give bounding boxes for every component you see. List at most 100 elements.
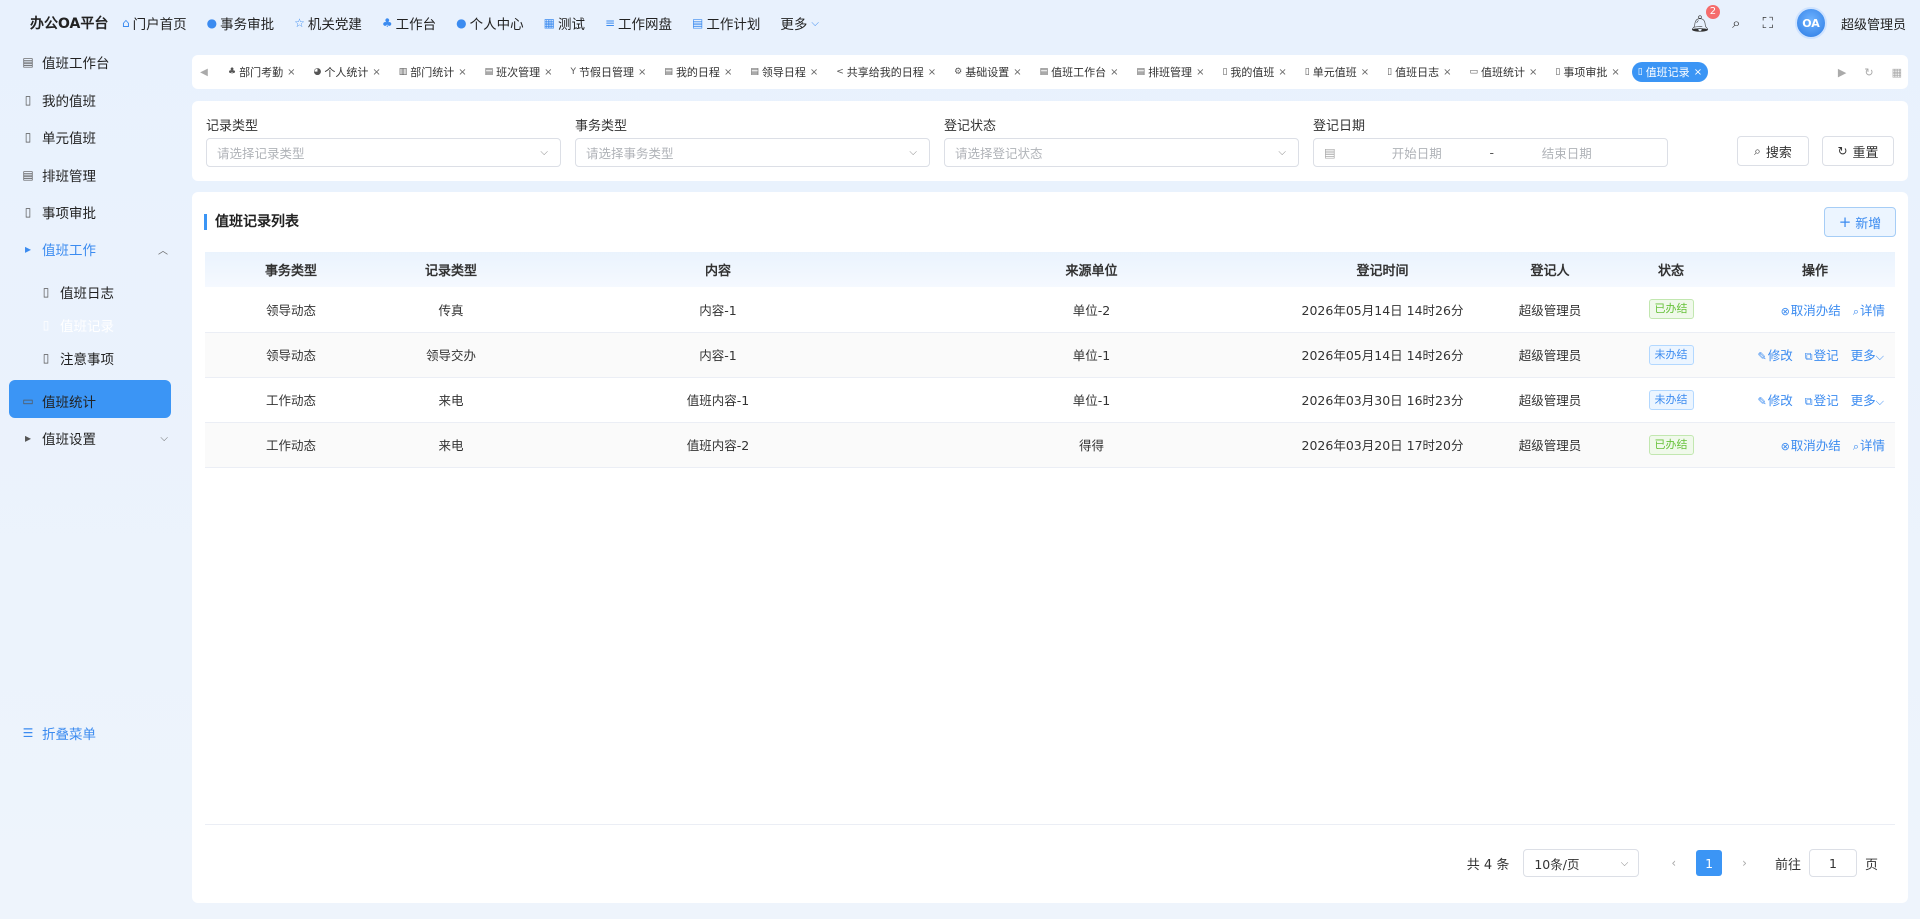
tab[interactable]: < 共享给我的日程 × — [830, 62, 942, 82]
tab[interactable]: ▤ 排班管理 × — [1131, 62, 1211, 82]
row-action-button[interactable]: ✎修改 — [1758, 345, 1793, 364]
top-nav-item[interactable]: ♣ 工作台 — [382, 13, 436, 33]
row-action-button[interactable]: ⧉登记 — [1805, 390, 1839, 409]
top-nav-item[interactable]: ⌂ 门户首页 — [122, 13, 187, 33]
tab[interactable]: ▤ 班次管理 × — [479, 62, 559, 82]
close-icon[interactable]: × — [287, 67, 295, 78]
username[interactable]: 超级管理员 — [1841, 14, 1906, 33]
tabs-menu-icon[interactable]: ▦ — [1892, 66, 1902, 79]
top-nav-item[interactable]: 更多 ⌵ — [780, 13, 819, 33]
close-icon[interactable]: × — [372, 67, 380, 78]
sidebar-item[interactable]: ▯ 值班日志 — [40, 277, 114, 307]
tab[interactable]: ▭ 值班统计 × — [1463, 62, 1543, 82]
row-action-button[interactable]: ⊗取消办结 — [1781, 435, 1841, 454]
close-icon[interactable]: × — [1196, 67, 1204, 78]
notification-bell-icon[interactable]: 🔔︎ 2 — [1690, 4, 1721, 33]
affair-type-select[interactable]: 请选择事务类型 ⌵ — [575, 138, 930, 167]
close-icon[interactable]: × — [724, 67, 732, 78]
status-badge: 未办结 — [1648, 344, 1694, 365]
table-row[interactable]: 工作动态 来电 值班内容-1 单位-1 2026年03月30日 16时23分 超级管理员 未… — [205, 377, 1895, 422]
tab[interactable]: ▥ 部门统计 × — [393, 62, 473, 82]
sidebar-item[interactable]: ▯ 我的值班 — [22, 85, 96, 115]
sidebar-item[interactable]: ▸ 值班设置 ⌵ — [22, 423, 168, 453]
sidebar-item[interactable]: ▸ 值班工作 ︿ — [22, 234, 168, 264]
tab[interactable]: Y 节假日管理 × — [565, 62, 653, 82]
header-tools: 🔔︎ 2 ⌕ ⛶ OA 超级管理员 — [1690, 0, 1920, 46]
tab[interactable]: ⚙ 基础设置 × — [948, 62, 1027, 82]
tab-label: 领导日程 — [761, 66, 806, 79]
reg-date-range[interactable]: ▤ 开始日期 - 结束日期 — [1313, 138, 1668, 167]
avatar[interactable]: OA — [1794, 7, 1827, 39]
reset-button-label: 重置 — [1852, 145, 1879, 161]
tab-label: 值班统计 — [1481, 66, 1525, 79]
tab-icon: ▤ — [484, 67, 494, 77]
start-date-input[interactable]: 开始日期 — [1362, 143, 1472, 162]
end-date-input[interactable]: 结束日期 — [1512, 143, 1622, 162]
goto-page-input[interactable]: 1 — [1808, 849, 1857, 877]
tab[interactable]: ▤ 值班工作台 × — [1034, 62, 1125, 82]
reset-button[interactable]: ↻ 重置 — [1822, 136, 1894, 166]
close-icon[interactable]: × — [458, 67, 466, 78]
row-action-button[interactable]: ⌕详情 — [1853, 300, 1885, 319]
close-icon[interactable]: × — [1278, 67, 1286, 78]
row-action-button[interactable]: ⧉登记 — [1805, 345, 1839, 364]
tab[interactable]: ▯ 事项审批 × — [1549, 62, 1625, 82]
search-button[interactable]: ⌕ 搜索 — [1737, 136, 1809, 166]
top-nav-item[interactable]: ≡ 工作网盘 — [605, 13, 672, 33]
tab[interactable]: ♣ 部门考勤 × — [222, 62, 301, 82]
close-icon[interactable]: × — [810, 67, 818, 78]
refresh-icon[interactable]: ↻ — [1864, 66, 1873, 79]
row-action-button[interactable]: 更多⌵ — [1851, 390, 1885, 409]
tab[interactable]: ▤ 领导日程 × — [744, 62, 824, 82]
tabs-scroll-left-icon[interactable]: ◀ — [192, 67, 216, 78]
tab[interactable]: ▯ 我的值班 × — [1216, 62, 1292, 82]
row-action-button[interactable]: 更多⌵ — [1851, 345, 1885, 364]
search-icon[interactable]: ⌕ — [1732, 14, 1740, 32]
page-size-select[interactable]: 10条/页 ⌵ — [1523, 849, 1640, 877]
fullscreen-icon[interactable]: ⛶ — [1762, 14, 1773, 32]
sidebar-item[interactable]: ▤ 值班工作台 — [22, 47, 109, 77]
row-action-button[interactable]: ⌕详情 — [1853, 435, 1885, 454]
filter-panel: 记录类型 请选择记录类型 ⌵ 事务类型 请选择事务类型 ⌵ 登记状态 请选择登记状态… — [192, 101, 1908, 181]
sidebar-item[interactable]: ▯ 单元值班 — [22, 122, 96, 152]
close-icon[interactable]: × — [1361, 67, 1369, 78]
table-row[interactable]: 领导动态 传真 内容-1 单位-2 2026年05月14日 14时26分 超级管理员 已办结… — [205, 287, 1895, 332]
top-nav-item[interactable]: ▤ 工作计划 — [692, 13, 760, 33]
row-action-button[interactable]: ⊗取消办结 — [1781, 300, 1841, 319]
close-icon[interactable]: × — [1443, 67, 1451, 78]
close-icon[interactable]: × — [1013, 67, 1021, 78]
close-icon[interactable]: × — [638, 67, 646, 78]
top-nav-item[interactable]: ☆ 机关党建 — [294, 13, 362, 33]
close-icon[interactable]: × — [1110, 67, 1118, 78]
top-nav-item[interactable]: ▦ 测试 — [544, 13, 585, 33]
row-action-button[interactable]: ✎修改 — [1758, 390, 1793, 409]
tabs-scroll-right-icon[interactable]: ▶ — [1838, 66, 1846, 79]
close-icon[interactable]: × — [1611, 67, 1619, 78]
prev-page-icon[interactable]: ‹ — [1671, 856, 1676, 870]
sidebar-item[interactable]: ▯ 值班记录 — [40, 310, 114, 340]
close-icon[interactable]: × — [928, 67, 936, 78]
close-icon[interactable]: × — [544, 67, 552, 78]
close-icon[interactable]: × — [1694, 67, 1702, 78]
sidebar-item[interactable]: ▤ 排班管理 — [22, 160, 96, 190]
table-row[interactable]: 工作动态 来电 值班内容-2 得得 2026年03月20日 17时20分 超级管理员 已办结… — [205, 422, 1895, 467]
tab-icon: ▥ — [398, 67, 408, 77]
sidebar-item[interactable]: ▭ 值班统计 — [22, 386, 96, 416]
table-row[interactable]: 领导动态 领导交办 内容-1 单位-1 2026年05月14日 14时26分 超级管理员 未… — [205, 332, 1895, 377]
tab[interactable]: ▯ 值班日志 × — [1381, 62, 1457, 82]
top-nav-item[interactable]: ● 事务审批 — [207, 13, 274, 33]
sidebar-item[interactable]: ▯ 注意事项 — [40, 343, 114, 373]
close-icon[interactable]: × — [1529, 67, 1537, 78]
page-number-current[interactable]: 1 — [1696, 850, 1723, 876]
tab[interactable]: ▯ 值班记录 × — [1631, 62, 1709, 82]
collapse-menu-button[interactable]: ☰ 折叠菜单 — [22, 718, 96, 748]
tab[interactable]: ▤ 我的日程 × — [658, 62, 738, 82]
next-page-icon[interactable]: › — [1742, 856, 1747, 870]
sidebar-item[interactable]: ▯ 事项审批 — [22, 197, 96, 227]
top-nav-item[interactable]: ● 个人中心 — [456, 13, 523, 33]
reg-status-select[interactable]: 请选择登记状态 ⌵ — [944, 138, 1299, 167]
tab[interactable]: ▯ 单元值班 × — [1299, 62, 1375, 82]
tab[interactable]: ◕ 个人统计 × — [307, 62, 386, 82]
record-type-select[interactable]: 请选择记录类型 ⌵ — [206, 138, 561, 167]
add-button[interactable]: + 新增 — [1824, 207, 1896, 237]
